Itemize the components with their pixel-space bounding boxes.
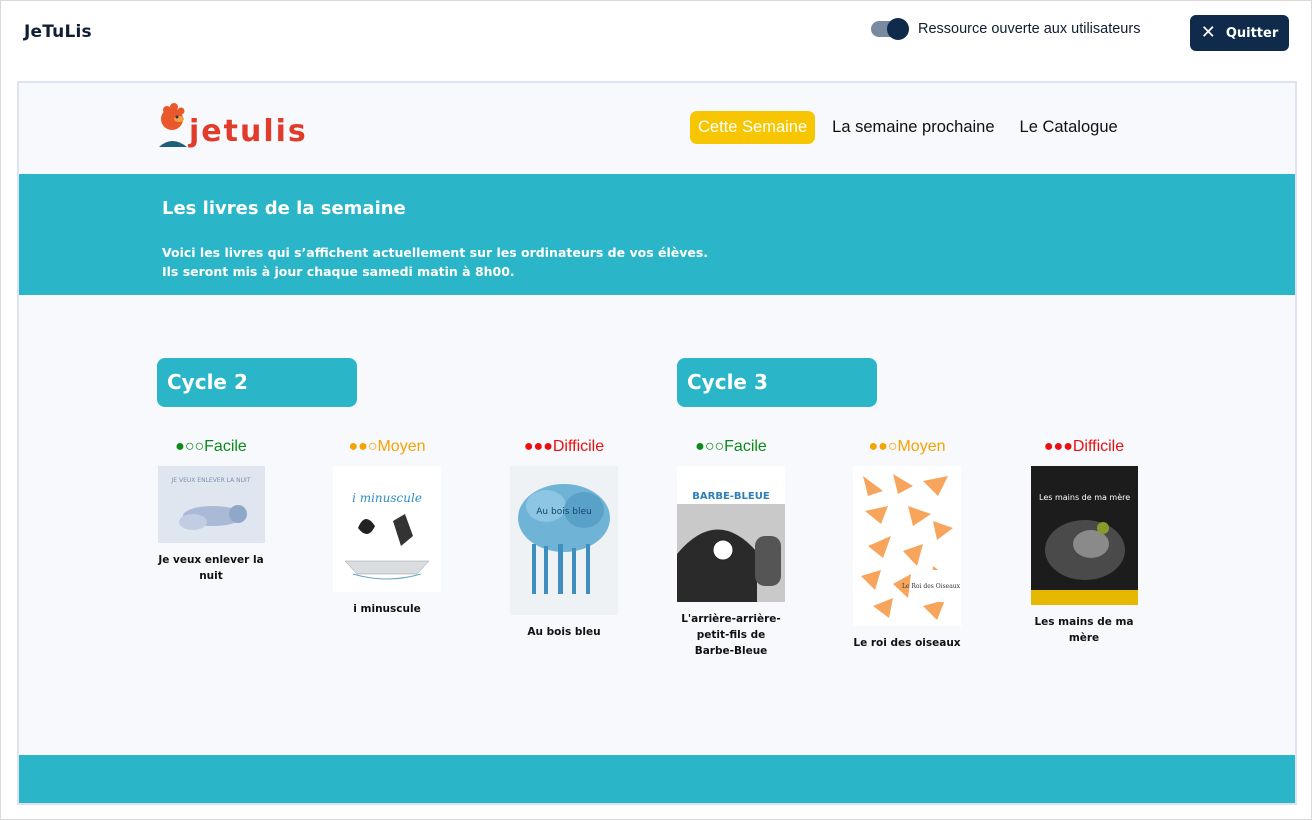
book-title: Le roi des oiseaux bbox=[853, 637, 961, 649]
level-label-hard: ●●●Difficile bbox=[1043, 438, 1125, 455]
cycle-2-tab[interactable]: Cycle 2 bbox=[157, 358, 357, 407]
footer-band bbox=[19, 755, 1295, 803]
svg-text:i minuscule: i minuscule bbox=[352, 491, 422, 505]
svg-text:BARBE-BLEUE: BARBE-BLEUE bbox=[692, 491, 770, 502]
quit-button-label: Quitter bbox=[1225, 25, 1279, 41]
svg-text:Les mains de ma mère: Les mains de ma mère bbox=[1039, 492, 1130, 502]
book-cover: JE VEUX ENLEVER LA NUIT bbox=[157, 466, 265, 543]
book-title: Je veux enlever la nuit bbox=[158, 554, 264, 582]
level-label-medium: ●●○Moyen bbox=[348, 438, 426, 455]
book-card[interactable]: Au bois bleu Au bois bleu bbox=[494, 466, 634, 640]
app-topbar: JeTuLis Ressource ouverte aux utilisateu… bbox=[1, 1, 1311, 65]
book-cover: BARBE-BLEUE bbox=[677, 466, 785, 602]
book-card[interactable]: Les mains de ma mère Les mains de ma mèr… bbox=[1014, 466, 1154, 646]
book-card[interactable]: JE VEUX ENLEVER LA NUIT Je veux enlever … bbox=[141, 466, 281, 584]
level-label-easy: ●○○Facile bbox=[175, 438, 247, 455]
close-icon: ✕ bbox=[1200, 22, 1216, 43]
level-label-medium: ●●○Moyen bbox=[868, 438, 946, 455]
book-cover: Le Roi des Oiseaux bbox=[853, 466, 961, 626]
embedded-site-frame: jetulis Cette Semaine La semaine prochai… bbox=[17, 81, 1297, 805]
nav-catalogue[interactable]: Le Catalogue bbox=[1012, 111, 1126, 144]
banner-line-1: Voici les livres qui s’affichent actuell… bbox=[162, 245, 709, 260]
banner-line-2: Ils seront mis à jour chaque samedi mati… bbox=[162, 264, 515, 279]
resource-toggle-wrap[interactable]: Ressource ouverte aux utilisateurs bbox=[871, 18, 1141, 40]
book-cover: i minuscule bbox=[333, 466, 441, 592]
level-label-easy: ●○○Facile bbox=[695, 438, 767, 455]
book-cover: Les mains de ma mère bbox=[1030, 466, 1138, 605]
book-card[interactable]: Le Roi des Oiseaux Le roi des oiseaux bbox=[837, 466, 977, 651]
jetulis-logo[interactable]: jetulis bbox=[157, 97, 317, 153]
banner-title: Les livres de la semaine bbox=[162, 198, 406, 219]
svg-text:JE VEUX ENLEVER LA NUIT: JE VEUX ENLEVER LA NUIT bbox=[170, 477, 250, 484]
book-card[interactable]: i minuscule i minuscule bbox=[317, 466, 457, 617]
book-title: Les mains de ma mère bbox=[1034, 616, 1134, 644]
book-title: Au bois bleu bbox=[527, 626, 601, 638]
svg-text:Le Roi des Oiseaux: Le Roi des Oiseaux bbox=[902, 583, 961, 590]
book-title: i minuscule bbox=[353, 603, 421, 615]
week-banner: Les livres de la semaine Voici les livre… bbox=[19, 174, 1295, 295]
level-label-hard: ●●●Difficile bbox=[523, 438, 605, 455]
book-title: L'arrière-arrière-petit-fils de Barbe-Bl… bbox=[681, 613, 781, 657]
nav-this-week[interactable]: Cette Semaine bbox=[690, 111, 816, 144]
main-nav: Cette Semaine La semaine prochaine Le Ca… bbox=[690, 111, 1135, 144]
resource-toggle[interactable] bbox=[871, 18, 909, 40]
quit-button[interactable]: ✕ Quitter bbox=[1190, 15, 1289, 51]
book-cover: Au bois bleu bbox=[510, 466, 618, 615]
svg-text:Au bois bleu: Au bois bleu bbox=[536, 507, 591, 517]
toggle-label: Ressource ouverte aux utilisateurs bbox=[918, 21, 1141, 37]
site-header: jetulis Cette Semaine La semaine prochai… bbox=[19, 83, 1295, 174]
book-card[interactable]: BARBE-BLEUE L'arrière-arrière-petit-fils… bbox=[661, 466, 801, 659]
nav-next-week[interactable]: La semaine prochaine bbox=[824, 111, 1002, 144]
cycle-3-tab[interactable]: Cycle 3 bbox=[677, 358, 877, 407]
app-title: JeTuLis bbox=[24, 22, 92, 42]
svg-text:jetulis: jetulis bbox=[188, 114, 308, 149]
toggle-knob bbox=[887, 18, 909, 40]
